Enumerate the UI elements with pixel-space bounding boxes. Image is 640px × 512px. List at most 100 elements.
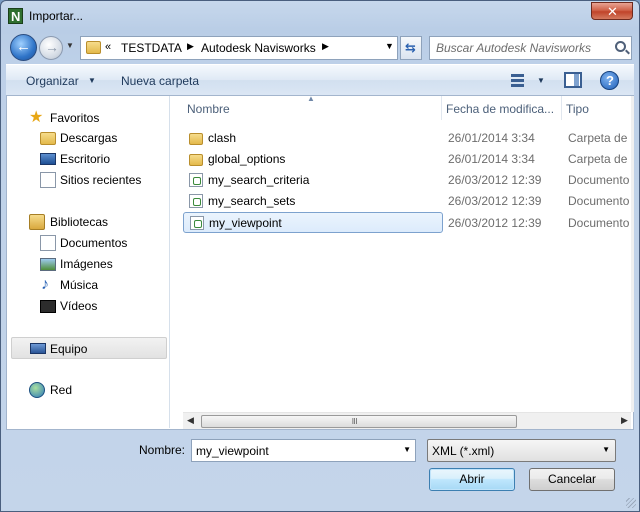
- close-button[interactable]: ✕: [591, 2, 633, 20]
- nav-item-recent-places[interactable]: Sitios recientes: [7, 169, 167, 191]
- file-date: 26/03/2012 12:39: [448, 194, 542, 208]
- change-view-icon[interactable]: [509, 72, 527, 88]
- nav-computer[interactable]: Equipo: [11, 337, 167, 359]
- nav-label: Vídeos: [60, 299, 98, 313]
- nav-item-downloads[interactable]: Descargas: [7, 127, 167, 149]
- nav-item-music[interactable]: ♪ Música: [7, 274, 167, 296]
- file-type: Carpeta de a: [568, 131, 631, 145]
- breadcrumb-arrow-icon[interactable]: ▶: [187, 41, 194, 52]
- navisworks-app-icon: N: [8, 8, 23, 24]
- nav-item-documents[interactable]: Documentos: [7, 232, 167, 254]
- file-name: my_search_criteria: [208, 173, 310, 187]
- back-button[interactable]: ←: [10, 34, 37, 61]
- file-type: Documento: [568, 173, 630, 187]
- network-icon: [29, 382, 45, 398]
- scrollbar-thumb[interactable]: lll: [201, 415, 517, 428]
- navigation-pane: ★ Favoritos Descargas Escritorio Sitios …: [7, 96, 170, 428]
- chevron-down-icon[interactable]: ▼: [602, 445, 610, 454]
- nav-label: Equipo: [50, 342, 88, 356]
- file-row[interactable]: my_search_criteria 26/03/2012 12:39 Docu…: [183, 170, 631, 191]
- music-icon: ♪: [41, 276, 49, 293]
- preview-pane-icon[interactable]: [564, 72, 582, 88]
- command-bar: Organizar ▼ Nueva carpeta ▼ ?: [6, 64, 634, 96]
- pictures-icon: [40, 258, 56, 271]
- nav-item-videos[interactable]: Vídeos: [7, 295, 167, 317]
- help-icon[interactable]: ?: [600, 71, 619, 90]
- breadcrumb-arrow-icon[interactable]: ▶: [322, 41, 329, 52]
- column-header-label: Fecha de modifica...: [446, 102, 555, 116]
- file-type-filter-value: XML (*.xml): [432, 444, 495, 458]
- file-row[interactable]: global_options 26/01/2014 3:34 Carpeta d…: [183, 149, 631, 170]
- xml-file-icon: [189, 194, 203, 208]
- computer-icon: [30, 343, 46, 354]
- open-button[interactable]: Abrir: [429, 468, 515, 491]
- title-bar[interactable]: N Importar... ✕: [1, 1, 639, 31]
- file-name: clash: [208, 131, 237, 145]
- chevron-down-icon[interactable]: ▼: [403, 445, 411, 454]
- file-date: 26/03/2012 12:39: [448, 216, 542, 230]
- recent-places-icon: [40, 172, 56, 188]
- nav-favorites[interactable]: ★ Favoritos: [7, 107, 167, 129]
- file-row[interactable]: clash 26/01/2014 3:34 Carpeta de a: [183, 128, 631, 149]
- organize-dropdown-icon[interactable]: ▼: [88, 76, 96, 85]
- scrollbar-grip: lll: [352, 417, 358, 426]
- xml-file-icon: [189, 173, 203, 187]
- address-bar[interactable]: « TESTDATA ▶ Autodesk Navisworks ▶ ▼: [80, 36, 398, 60]
- column-header-name[interactable]: Nombre ▲: [183, 96, 442, 120]
- column-header-label: Nombre: [187, 102, 230, 116]
- organize-button[interactable]: Organizar: [26, 74, 79, 88]
- folder-icon: [86, 41, 101, 54]
- filename-input[interactable]: [196, 443, 386, 459]
- back-arrow-icon: ←: [16, 38, 31, 55]
- nav-item-pictures[interactable]: Imágenes: [7, 253, 167, 275]
- file-list: Nombre ▲ Fecha de modifica... Tipo clash…: [183, 96, 631, 412]
- desktop-icon: [40, 153, 56, 165]
- nav-label: Favoritos: [50, 111, 100, 125]
- file-type: Documento: [568, 194, 630, 208]
- resize-grip[interactable]: [626, 498, 636, 508]
- import-dialog: N Importar... ✕ ← → ▼ « TESTDATA ▶ Autod…: [0, 0, 640, 512]
- history-dropdown-icon[interactable]: ▼: [66, 41, 76, 53]
- file-name: my_search_sets: [208, 194, 296, 208]
- file-date: 26/03/2012 12:39: [448, 173, 542, 187]
- file-row-details: 26/03/2012 12:39 Documento: [183, 213, 631, 234]
- documents-icon: [40, 235, 56, 251]
- cancel-button[interactable]: Cancelar: [529, 468, 615, 491]
- folder-icon: [189, 133, 203, 145]
- file-type: Carpeta de a: [568, 152, 631, 166]
- file-type-filter[interactable]: XML (*.xml) ▼: [427, 439, 616, 462]
- nav-item-desktop[interactable]: Escritorio: [7, 148, 167, 170]
- file-type: Documento: [568, 216, 630, 230]
- nav-label: Documentos: [60, 236, 128, 250]
- refresh-button[interactable]: ⇆: [400, 36, 422, 60]
- filename-combobox[interactable]: ▼: [191, 439, 416, 462]
- scroll-left-icon[interactable]: ◀: [187, 415, 194, 426]
- nav-label: Imágenes: [60, 257, 113, 271]
- address-overflow-chevron[interactable]: «: [105, 41, 111, 53]
- dialog-body: ★ Favoritos Descargas Escritorio Sitios …: [6, 96, 634, 430]
- search-input[interactable]: [436, 40, 606, 56]
- nav-libraries[interactable]: Bibliotecas: [7, 211, 167, 233]
- libraries-icon: [29, 214, 45, 230]
- vertical-scrollbar[interactable]: [631, 96, 634, 412]
- scroll-right-icon[interactable]: ▶: [621, 415, 628, 426]
- forward-button[interactable]: →: [39, 36, 63, 60]
- breadcrumb-testdata[interactable]: TESTDATA: [121, 41, 182, 55]
- column-header-date[interactable]: Fecha de modifica...: [442, 96, 562, 120]
- file-row[interactable]: my_search_sets 26/03/2012 12:39 Document…: [183, 191, 631, 212]
- column-header-label: Tipo: [566, 102, 589, 116]
- star-icon: ★: [29, 109, 44, 126]
- horizontal-scrollbar[interactable]: ◀ lll ▶: [183, 412, 631, 429]
- search-box[interactable]: [429, 36, 632, 60]
- view-options-dropdown-icon[interactable]: ▼: [537, 76, 545, 85]
- search-icon[interactable]: [615, 41, 626, 52]
- new-folder-button[interactable]: Nueva carpeta: [121, 74, 199, 88]
- address-dropdown-icon[interactable]: ▼: [385, 41, 394, 51]
- breadcrumb-autodesk-navisworks[interactable]: Autodesk Navisworks: [201, 41, 316, 55]
- nav-label: Sitios recientes: [60, 173, 142, 187]
- forward-arrow-icon: →: [45, 39, 59, 55]
- nav-network[interactable]: Red: [7, 379, 167, 401]
- column-header-type[interactable]: Tipo: [562, 96, 631, 120]
- folder-icon: [189, 154, 203, 166]
- window-title: Importar...: [29, 9, 84, 23]
